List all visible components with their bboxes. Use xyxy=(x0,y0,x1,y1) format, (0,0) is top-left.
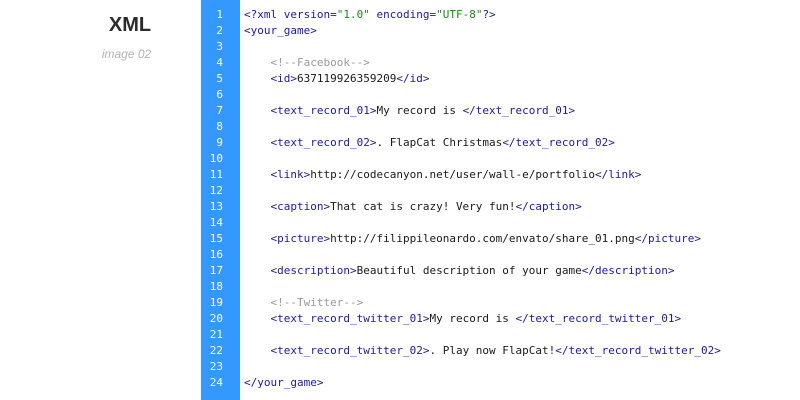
code-token: http://filippileonardo.com/envato/share_… xyxy=(330,232,635,245)
code-token: http://codecanyon.net/user/wall-e/portfo… xyxy=(310,168,596,181)
code-token: <picture> xyxy=(270,232,331,245)
line-number: 12 xyxy=(209,184,223,197)
code-line: </your_game> xyxy=(244,375,323,391)
code-token: "1.0" xyxy=(336,8,370,21)
code-line: <text_record_twitter_01>My record is </t… xyxy=(244,311,682,327)
code-token: </text_record_02> xyxy=(502,136,615,149)
line-number: 10 xyxy=(209,152,223,165)
code-token: </description> xyxy=(581,264,675,277)
line-number: 9 xyxy=(216,136,223,149)
line-number: 2 xyxy=(216,24,223,37)
code-line: <caption>That cat is crazy! Very fun!</c… xyxy=(244,199,582,215)
code-line: <your_game> xyxy=(244,23,317,39)
code-editor[interactable]: <?xml version="1.0" encoding="UTF-8"?> <y… xyxy=(244,0,800,400)
code-line: <description>Beautiful description of yo… xyxy=(244,263,675,279)
line-number: 6 xyxy=(216,88,223,101)
code-token: My record is xyxy=(429,312,516,325)
code-line: <!--Twitter--> xyxy=(244,295,363,311)
code-token: </text_record_twitter_02> xyxy=(555,344,721,357)
code-line: <id>637119926359209</id> xyxy=(244,71,430,87)
code-token: encoding= xyxy=(369,8,437,21)
code-line: <picture>http://filippileonardo.com/enva… xyxy=(244,231,701,247)
code-token: <id> xyxy=(270,72,298,85)
code-line: <!--Facebook--> xyxy=(244,55,370,71)
code-token: </text_record_twitter_01> xyxy=(515,312,682,325)
code-token: My record is xyxy=(376,104,463,117)
code-token: Beautiful description of your game xyxy=(356,264,582,277)
code-line: <?xml version="1.0" encoding="UTF-8"?> xyxy=(244,7,496,23)
code-line: <link>http://codecanyon.net/user/wall-e/… xyxy=(244,167,642,183)
line-number: 8 xyxy=(216,120,223,133)
code-token: <caption> xyxy=(270,200,331,213)
line-number: 21 xyxy=(209,328,223,341)
line-number: 18 xyxy=(209,280,223,293)
code-token: That cat is crazy! Very fun! xyxy=(330,200,516,213)
code-token: </id> xyxy=(396,72,430,85)
line-number: 3 xyxy=(216,40,223,53)
code-token: </text_record_01> xyxy=(462,104,576,117)
line-number: 15 xyxy=(209,232,223,245)
code-token: <!--Facebook--> xyxy=(244,56,370,69)
code-token: <text_record_01> xyxy=(270,104,377,117)
code-token: <link> xyxy=(270,168,311,181)
code-token: <text_record_02> xyxy=(270,136,377,149)
code-token: . FlapCat Christmas xyxy=(376,136,503,149)
line-number: 13 xyxy=(209,200,223,213)
line-number: 19 xyxy=(209,296,223,309)
line-number: 24 xyxy=(209,376,223,389)
line-number: 22 xyxy=(209,344,223,357)
code-token: </picture> xyxy=(634,232,701,245)
code-token: <your_game> xyxy=(244,24,317,37)
code-token: <text_record_twitter_02> xyxy=(270,344,430,357)
line-number: 1 xyxy=(216,8,223,21)
code-token: <text_record_twitter_01> xyxy=(270,312,430,325)
line-number: 17 xyxy=(209,264,223,277)
code-token: </caption> xyxy=(515,200,582,213)
code-token: . Play now FlapCat! xyxy=(429,344,556,357)
line-number: 11 xyxy=(209,168,223,181)
code-token: "UTF-8" xyxy=(436,8,483,21)
code-line: <text_record_twitter_02>. Play now FlapC… xyxy=(244,343,721,359)
line-number: 16 xyxy=(209,248,223,261)
line-number: 23 xyxy=(209,360,223,373)
code-token: 637119926359209 xyxy=(297,72,397,85)
code-token: </your_game> xyxy=(244,376,324,389)
page: XML image 02 1 2 3 4 5 6 7 8 9 10 11 12 13 14 15 16 17 18… xyxy=(0,0,800,400)
line-number: 14 xyxy=(209,216,223,229)
line-number: 20 xyxy=(209,312,223,325)
line-number: 7 xyxy=(216,104,223,117)
code-line: <text_record_02>. FlapCat Christmas</tex… xyxy=(244,135,615,151)
code-token: <!--Twitter--> xyxy=(244,296,364,309)
code-token: <description> xyxy=(270,264,357,277)
line-number: 4 xyxy=(216,56,223,69)
code-token: <?xml version= xyxy=(244,8,337,21)
code-token: </link> xyxy=(595,168,642,181)
code-line: <text_record_01>My record is </text_reco… xyxy=(244,103,576,119)
line-number: 5 xyxy=(216,72,223,85)
sidebar: XML image 02 xyxy=(0,0,201,400)
line-number-gutter: 1 2 3 4 5 6 7 8 9 10 11 12 13 14 15 16 17 18 19 20 21 22 23 24 xyxy=(201,0,240,400)
code-token: ?> xyxy=(482,8,496,21)
